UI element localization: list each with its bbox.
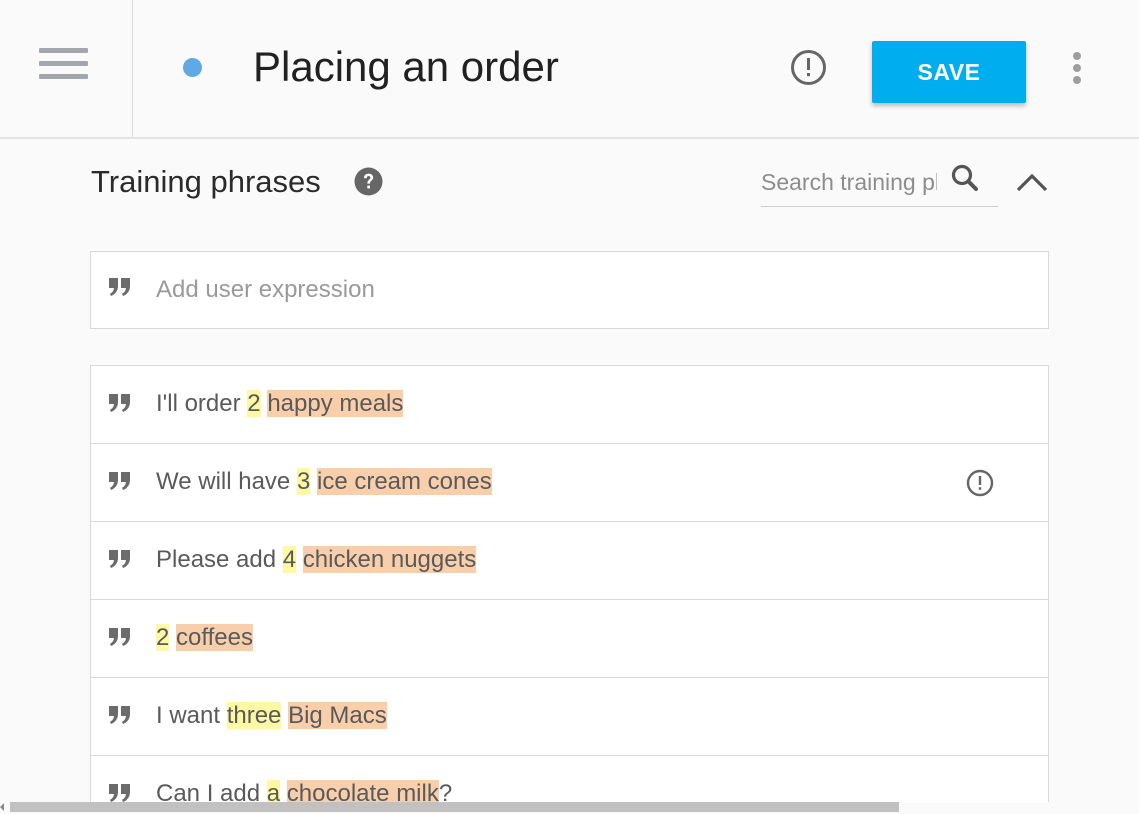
menu-button[interactable] [0,0,133,137]
phrase-plain-text: We will have [156,468,297,495]
status-dot-icon [183,58,202,77]
horizontal-scrollbar[interactable] [10,802,899,812]
phrase-plain-text: I'll order [156,390,248,417]
number-annotation[interactable]: 2 [156,624,170,651]
number-annotation[interactable]: 2 [247,390,261,417]
section-title: Training phrases [91,164,321,199]
search-input[interactable] [761,164,937,200]
phrase-plain-text: ? [438,780,453,802]
quote-icon [109,784,130,802]
scroll-left-icon[interactable] [0,803,4,811]
number-annotation[interactable]: three [226,702,282,729]
number-annotation[interactable]: 4 [282,546,297,573]
top-bar: Placing an order SAVE [0,0,1139,139]
list-item[interactable]: Please add 4 chicken nuggets [91,522,1048,600]
exclamation-circle-icon [791,50,826,85]
add-expression-box [90,251,1049,329]
training-phrases-list: I'll order 2 happy meals We will have 3 … [90,365,1049,802]
question-circle-icon [354,167,383,196]
item-annotation[interactable]: happy meals [267,390,404,417]
item-annotation[interactable]: Big Macs [288,702,387,729]
phrase-plain-text [280,780,287,802]
item-annotation[interactable]: chocolate milk [286,780,439,802]
quote-icon [109,472,130,490]
phrase-plain-text [296,546,303,573]
search-field [761,158,998,207]
number-annotation[interactable]: 3 [296,468,311,495]
quote-icon [109,706,130,724]
intent-title: Placing an order [253,43,559,90]
item-annotation[interactable]: chicken nuggets [302,546,477,573]
phrase-text: I want three Big Macs [156,699,387,733]
quote-icon [109,628,130,646]
list-item[interactable]: We will have 3 ice cream cones [91,444,1048,522]
phrase-text: 2 coffees [156,621,253,655]
item-annotation[interactable]: ice cream cones [316,468,492,495]
alert-button[interactable] [790,49,827,86]
number-annotation[interactable]: a [266,780,281,802]
list-item[interactable]: I want three Big Macs [91,678,1048,756]
help-button[interactable] [354,167,383,196]
phrase-text: Can I add a chocolate milk? [156,777,452,802]
magnifier-icon [951,164,978,191]
list-item[interactable]: Can I add a chocolate milk? [91,756,1048,802]
phrase-plain-text: I want [156,702,227,729]
item-annotation[interactable]: coffees [176,624,253,651]
quote-icon [109,394,130,412]
phrase-text: I'll order 2 happy meals [156,387,404,421]
phrase-text: Please add 4 chicken nuggets [156,543,477,577]
phrase-text: We will have 3 ice cream cones [156,465,492,499]
search-button[interactable] [950,163,980,193]
phrase-plain-text: Can I add [156,780,267,802]
list-item[interactable]: I'll order 2 happy meals [91,366,1048,444]
save-button[interactable]: SAVE [872,41,1026,103]
quote-icon [109,278,130,296]
phrase-alert-button[interactable] [966,469,994,497]
quote-icon [109,550,130,568]
add-expression-input[interactable] [156,271,1016,309]
more-options-button[interactable] [1065,50,1089,86]
phrase-plain-text: Please add [156,546,283,573]
chevron-up-icon [1016,173,1048,192]
exclamation-circle-icon [966,469,994,497]
collapse-button[interactable] [1013,166,1051,198]
phrase-plain-text [310,468,317,495]
list-item[interactable]: 2 coffees [91,600,1048,678]
